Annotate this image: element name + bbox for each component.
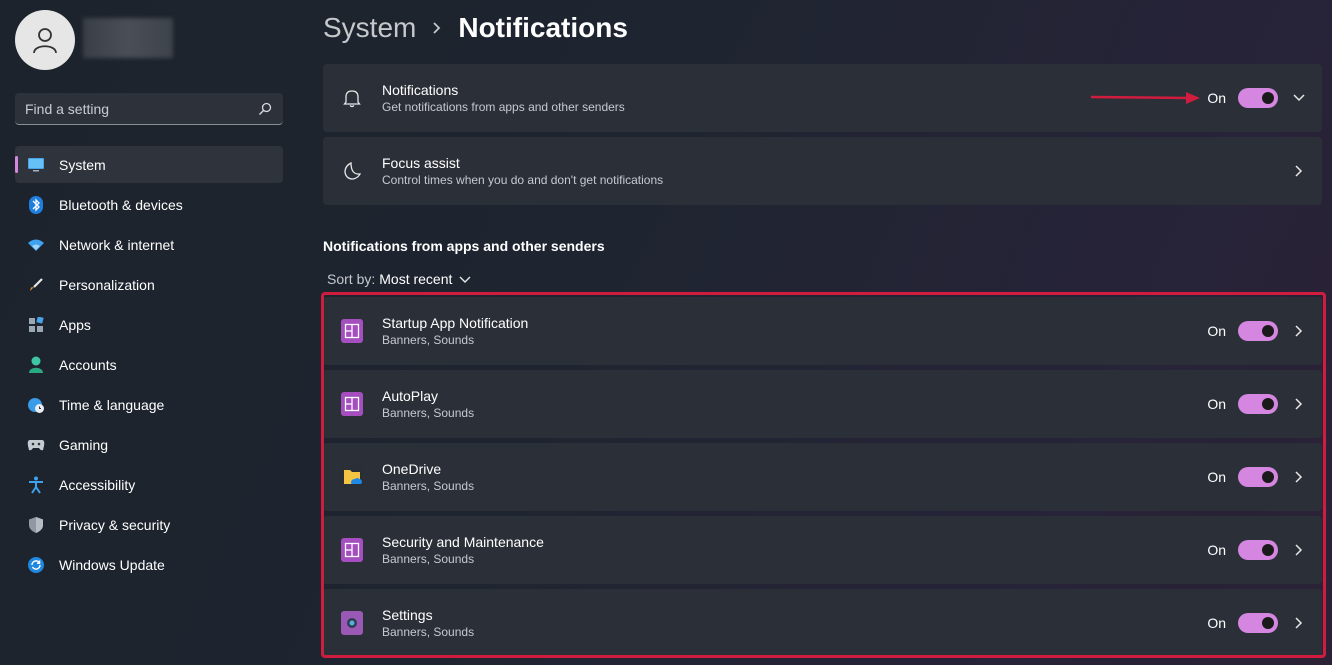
bluetooth-icon	[27, 195, 45, 214]
toggle-state-label: On	[1207, 615, 1226, 631]
chevron-right-icon[interactable]	[1292, 397, 1306, 411]
card-subtitle: Get notifications from apps and other se…	[382, 99, 625, 114]
breadcrumb-parent[interactable]: System	[323, 12, 416, 44]
sidebar-item-label: Accessibility	[59, 476, 136, 493]
breadcrumb: System Notifications	[323, 10, 628, 46]
accessibility-icon	[27, 476, 45, 494]
app-toggle[interactable]	[1238, 467, 1278, 487]
annotation-arrow	[1090, 92, 1200, 104]
app-row-onedrive[interactable]: OneDrive Banners, Sounds On	[323, 443, 1322, 511]
app-toggle[interactable]	[1238, 613, 1278, 633]
sidebar-item-label: Accounts	[59, 356, 117, 373]
app-row-autoplay[interactable]: AutoPlay Banners, Sounds On	[323, 370, 1322, 438]
sidebar-item-label: Personalization	[59, 276, 155, 293]
onedrive-folder-icon	[341, 465, 363, 489]
refresh-icon	[27, 556, 45, 574]
globe-clock-icon	[27, 396, 45, 414]
app-row-startup-app-notification[interactable]: Startup App Notification Banners, Sounds…	[323, 297, 1322, 365]
monitor-icon	[27, 156, 45, 174]
settings-gear-icon	[341, 611, 363, 635]
notifications-toggle[interactable]	[1238, 88, 1278, 108]
toggle-state-label: On	[1207, 396, 1226, 412]
sidebar-item-network[interactable]: Network & internet	[15, 226, 283, 263]
chevron-right-icon[interactable]	[1292, 543, 1306, 557]
chevron-right-icon[interactable]	[1292, 470, 1306, 484]
app-detail: Banners, Sounds	[382, 624, 475, 639]
sort-value[interactable]: Most recent	[379, 271, 452, 287]
generic-app-icon	[341, 392, 363, 416]
app-toggle[interactable]	[1238, 321, 1278, 341]
chevron-right-icon	[432, 21, 442, 35]
app-row-security-and-maintenance[interactable]: Security and Maintenance Banners, Sounds…	[323, 516, 1322, 584]
generic-app-icon	[341, 319, 363, 343]
generic-app-icon	[341, 538, 363, 562]
section-title: Notifications from apps and other sender…	[323, 238, 605, 254]
app-name: Settings	[382, 606, 433, 623]
chevron-down-icon[interactable]	[1292, 91, 1306, 105]
chevron-down-icon[interactable]	[459, 271, 471, 287]
app-name: OneDrive	[382, 460, 442, 477]
app-name: Security and Maintenance	[382, 533, 544, 550]
sidebar-item-label: Time & language	[59, 396, 165, 413]
card-title: Notifications	[382, 81, 459, 98]
sidebar-item-label: Bluetooth & devices	[59, 196, 183, 213]
wifi-icon	[27, 236, 45, 254]
sort-dropdown[interactable]: Sort by: Most recent	[327, 271, 471, 287]
apps-icon	[27, 316, 45, 334]
sidebar-item-label: System	[59, 156, 106, 173]
shield-icon	[27, 516, 45, 534]
person-icon	[27, 356, 45, 374]
card-title: Focus assist	[382, 154, 460, 171]
search-box[interactable]	[15, 93, 283, 125]
app-name: Startup App Notification	[382, 314, 529, 331]
sidebar-item-apps[interactable]: Apps	[15, 306, 283, 343]
app-row-settings[interactable]: Settings Banners, Sounds On	[323, 589, 1322, 657]
sidebar-item-label: Apps	[59, 316, 91, 333]
app-toggle[interactable]	[1238, 394, 1278, 414]
chevron-right-icon[interactable]	[1292, 164, 1306, 178]
chevron-right-icon[interactable]	[1292, 324, 1306, 338]
card-subtitle: Control times when you do and don't get …	[382, 172, 664, 187]
sidebar-item-label: Windows Update	[59, 556, 165, 573]
app-detail: Banners, Sounds	[382, 551, 475, 566]
toggle-state-label: On	[1207, 323, 1226, 339]
sidebar-item-personalization[interactable]: Personalization	[15, 266, 283, 303]
chevron-right-icon[interactable]	[1292, 616, 1306, 630]
bell-icon	[341, 87, 363, 109]
sort-label: Sort by:	[327, 271, 376, 287]
person-icon	[33, 28, 57, 54]
toggle-state-label: On	[1207, 469, 1226, 485]
sidebar-nav: System Bluetooth & devices Network & int…	[15, 146, 283, 586]
sidebar-item-label: Network & internet	[59, 236, 175, 253]
avatar[interactable]	[15, 10, 75, 70]
sidebar: System Bluetooth & devices Network & int…	[0, 0, 300, 665]
search-icon[interactable]	[257, 101, 273, 117]
sidebar-item-time-language[interactable]: Time & language	[15, 386, 283, 423]
sidebar-item-accounts[interactable]: Accounts	[15, 346, 283, 383]
page-title: Notifications	[458, 12, 628, 43]
username-blurred	[83, 18, 173, 58]
paintbrush-icon	[27, 276, 45, 294]
app-toggle[interactable]	[1238, 540, 1278, 560]
sidebar-item-gaming[interactable]: Gaming	[15, 426, 283, 463]
sidebar-item-bluetooth[interactable]: Bluetooth & devices	[15, 186, 283, 223]
app-detail: Banners, Sounds	[382, 332, 475, 347]
app-name: AutoPlay	[382, 387, 439, 404]
search-input[interactable]	[25, 100, 257, 117]
focus-assist-card[interactable]: Focus assist Control times when you do a…	[323, 137, 1322, 205]
sidebar-item-accessibility[interactable]: Accessibility	[15, 466, 283, 503]
sidebar-item-system[interactable]: System	[15, 146, 283, 183]
sidebar-item-label: Privacy & security	[59, 516, 171, 533]
sidebar-item-label: Gaming	[59, 436, 109, 453]
moon-icon	[341, 160, 363, 182]
sidebar-item-windows-update[interactable]: Windows Update	[15, 546, 283, 583]
toggle-state-label: On	[1207, 542, 1226, 558]
sidebar-item-privacy-security[interactable]: Privacy & security	[15, 506, 283, 543]
app-detail: Banners, Sounds	[382, 405, 475, 420]
toggle-state-label: On	[1207, 90, 1226, 106]
gamepad-icon	[27, 436, 45, 454]
app-detail: Banners, Sounds	[382, 478, 475, 493]
